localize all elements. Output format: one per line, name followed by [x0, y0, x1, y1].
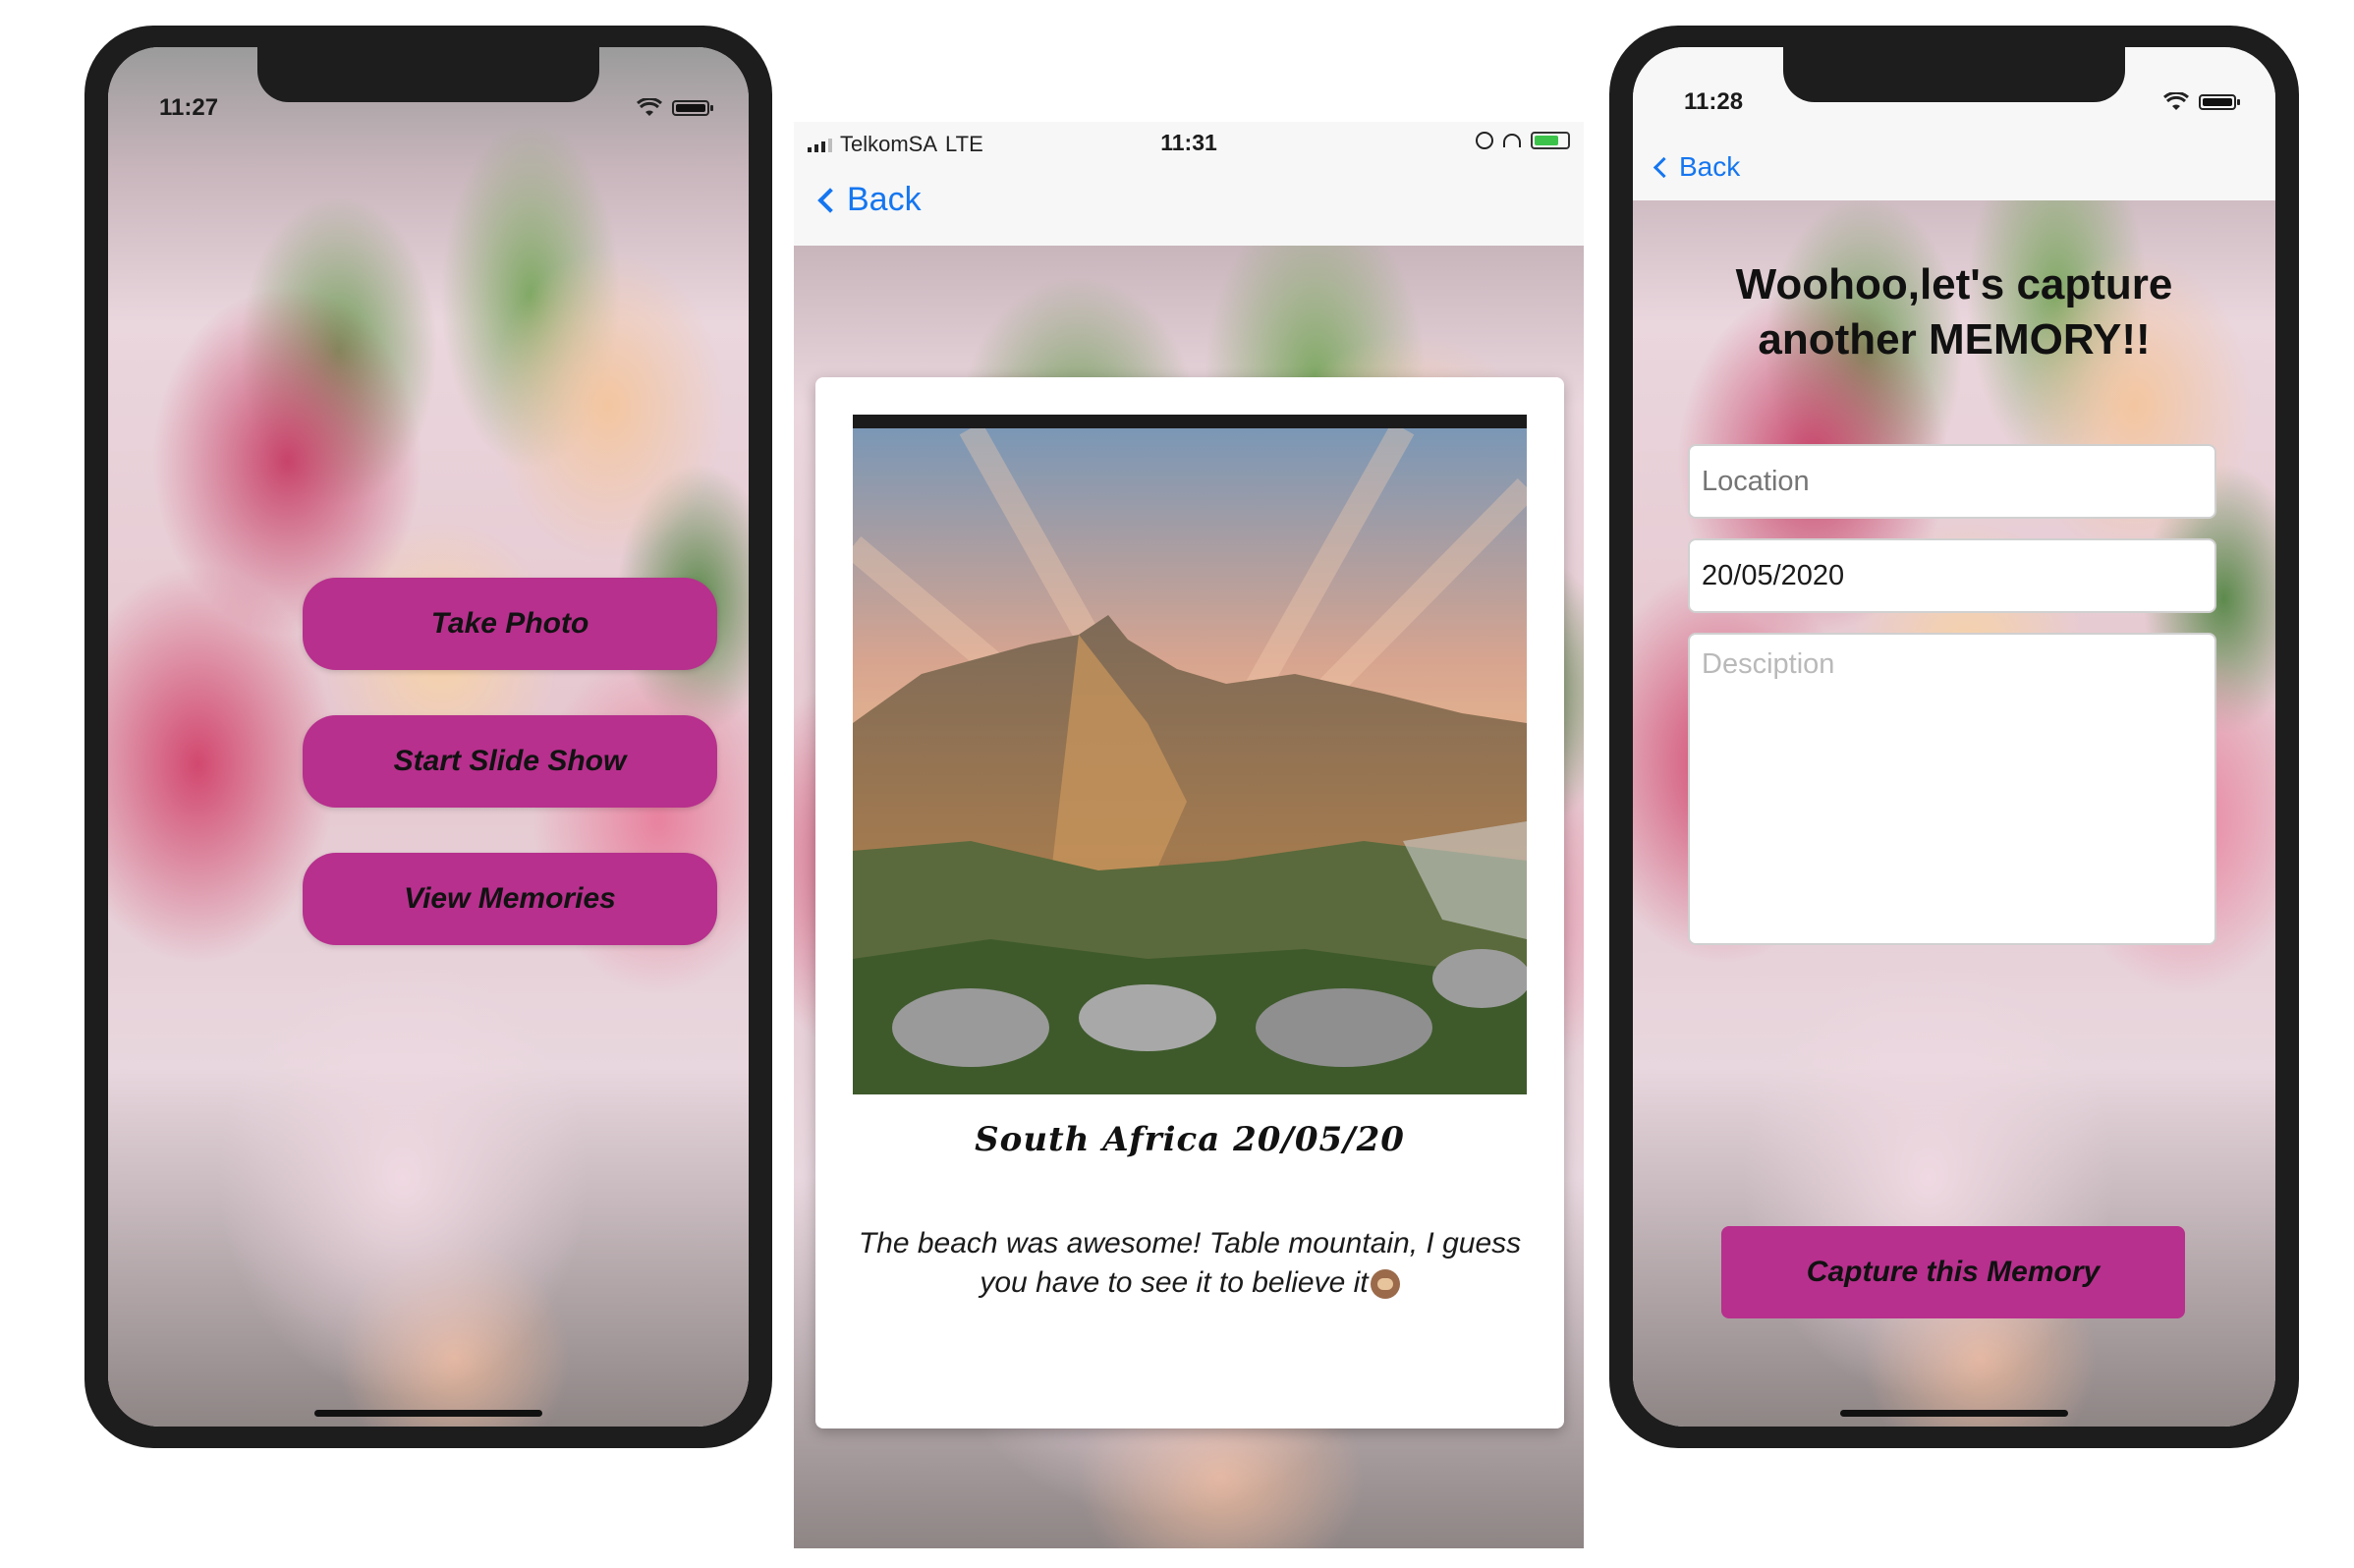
battery-icon — [672, 100, 713, 116]
take-photo-button[interactable]: Take Photo — [303, 578, 717, 670]
table-mountain-photo — [853, 428, 1527, 1094]
memory-title: South Africa 20/05/20 — [975, 1120, 1405, 1159]
headphones-icon — [1503, 134, 1521, 147]
back-button[interactable]: Back — [1653, 151, 1741, 183]
phone-capture-screen: Back 11:28 Woohoo,let's capture another … — [1609, 26, 2299, 1448]
home-indicator — [314, 1410, 542, 1417]
battery-charging-icon — [1531, 132, 1570, 149]
memory-card: South Africa 20/05/20 The beach was awes… — [815, 377, 1564, 1428]
description-placeholder: Desciption — [1702, 648, 1835, 680]
status-time: 11:31 — [1160, 130, 1217, 155]
home-indicator — [1840, 1410, 2068, 1417]
home-screen: 11:27 Take Photo Start Slide Show View M… — [108, 47, 749, 1427]
phone-notch — [257, 47, 599, 102]
navigation-bar: TelkomSA LTE 11:31 Back — [794, 122, 1584, 246]
wifi-icon — [637, 98, 662, 116]
wifi-icon — [2163, 92, 2189, 110]
battery-icon — [2199, 94, 2240, 110]
see-no-evil-monkey-icon — [1370, 1269, 1400, 1300]
date-field[interactable]: 20/05/2020 — [1688, 538, 2216, 613]
back-button[interactable]: Back — [817, 181, 922, 219]
chevron-left-icon — [1653, 156, 1675, 178]
capture-memory-button[interactable]: Capture this Memory — [1721, 1226, 2185, 1318]
view-memories-button[interactable]: View Memories — [303, 853, 717, 945]
phone-notch — [1783, 47, 2125, 102]
memory-detail-screen: TelkomSA LTE 11:31 Back South Africa 20/… — [794, 122, 1584, 1548]
start-slide-show-button[interactable]: Start Slide Show — [303, 715, 717, 808]
description-textarea[interactable]: Desciption — [1688, 633, 2216, 945]
memory-description-text: The beach was awesome! Table mountain, I… — [858, 1227, 1522, 1299]
location-input[interactable] — [1688, 444, 2216, 519]
orientation-lock-icon — [1476, 132, 1493, 149]
status-icons — [637, 98, 713, 118]
memory-photo — [853, 415, 1527, 1094]
capture-screen: Back 11:28 Woohoo,let's capture another … — [1633, 47, 2275, 1427]
status-icons — [2163, 92, 2240, 112]
memory-description: The beach was awesome! Table mountain, I… — [855, 1224, 1525, 1303]
status-time: 11:28 — [1684, 88, 1744, 115]
status-time: 11:27 — [159, 94, 219, 121]
back-label: Back — [1679, 151, 1741, 182]
page-headline: Woohoo,let's capture another MEMORY!! — [1735, 260, 2173, 364]
phone-home-screen: 11:27 Take Photo Start Slide Show View M… — [84, 26, 772, 1448]
chevron-left-icon — [817, 187, 843, 213]
status-icons — [1476, 132, 1570, 149]
back-label: Back — [847, 181, 922, 218]
